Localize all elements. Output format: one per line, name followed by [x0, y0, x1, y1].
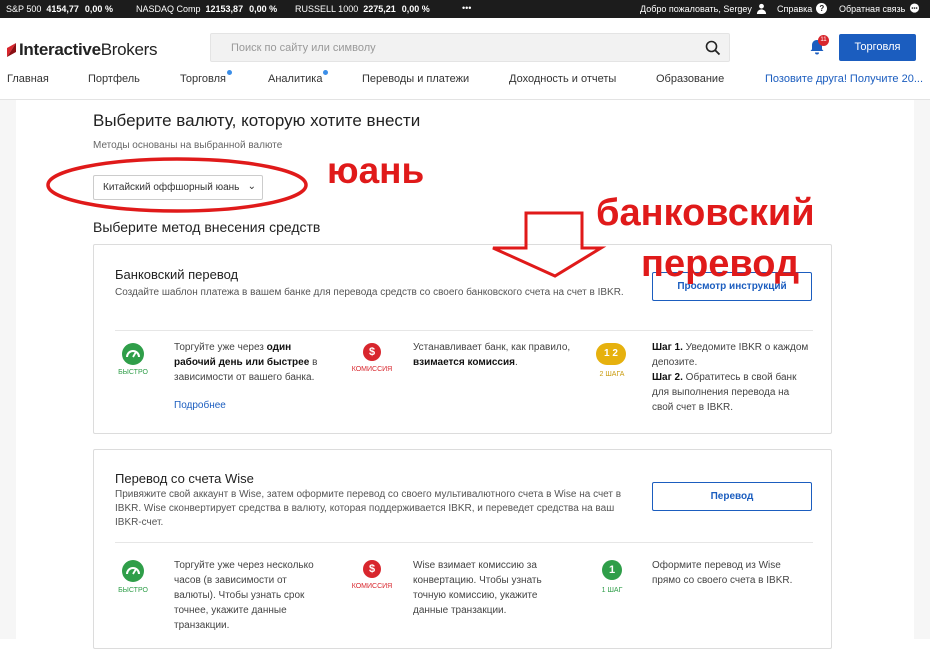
- annotation-yuan: юань: [327, 150, 425, 191]
- annotation-bank: банковский: [596, 192, 815, 234]
- annotation-arrow-icon: [492, 211, 607, 278]
- annotation-ellipse: [46, 157, 308, 213]
- annotation-transfer: перевод: [641, 243, 800, 285]
- annotation-overlay: [46, 157, 607, 278]
